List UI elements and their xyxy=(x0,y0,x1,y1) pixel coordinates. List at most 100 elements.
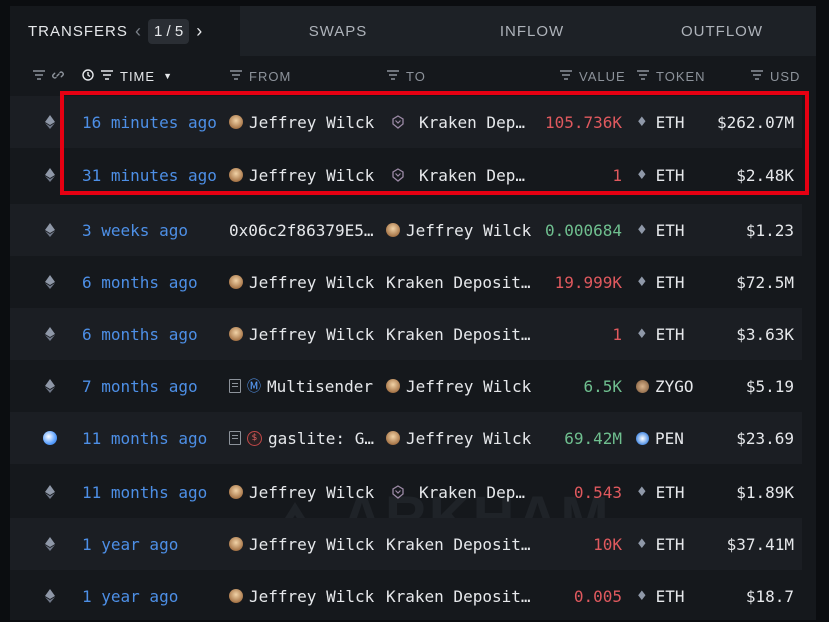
from-entity[interactable]: Ⓜ Multisender xyxy=(229,360,373,412)
table-row[interactable]: 3 weeks ago 0x06c2f86379E5… Jeffrey Wilck 0… xyxy=(10,204,802,256)
column-value[interactable]: VALUE xyxy=(559,56,626,96)
time-link[interactable]: 3 weeks ago xyxy=(82,204,188,256)
time-link[interactable]: 11 months ago xyxy=(82,412,207,464)
time-link[interactable]: 1 year ago xyxy=(82,518,178,570)
from-entity[interactable]: Jeffrey Wilck xyxy=(229,570,374,622)
tab-swaps[interactable]: SWAPS xyxy=(240,6,436,56)
eth-token-icon: ♦ xyxy=(636,326,648,342)
tab-transfers-label: TRANSFERS xyxy=(28,22,128,40)
to-label: Jeffrey Wilck xyxy=(406,220,532,240)
to-entity[interactable]: Jeffrey Wilck xyxy=(386,360,531,412)
token-symbol: ETH xyxy=(655,482,685,502)
filter-icon[interactable] xyxy=(100,69,114,83)
to-label: Jeffrey Wilck xyxy=(406,376,532,396)
to-entity[interactable]: Jeffrey Wilck xyxy=(386,204,531,256)
to-label: Kraken Deposit… xyxy=(386,324,531,344)
eth-token-icon: ♦ xyxy=(636,484,648,500)
filter-icon[interactable] xyxy=(636,69,650,83)
table-row[interactable]: 7 months ago Ⓜ Multisender Jeffrey Wilck 6.5… xyxy=(10,360,802,412)
ethereum-chain-icon xyxy=(40,204,60,256)
zygo-token-icon xyxy=(636,379,649,393)
to-entity[interactable]: Kraken Deposit… xyxy=(386,518,531,570)
token[interactable]: ♦ ETH xyxy=(636,204,685,256)
entity-avatar-icon xyxy=(386,379,400,393)
from-entity[interactable]: Jeffrey Wilck xyxy=(229,256,374,308)
usd-amount: $1.23 xyxy=(745,220,794,240)
token[interactable]: PEN xyxy=(636,412,684,464)
value-amount: 6.5K xyxy=(583,376,622,396)
token[interactable]: ♦ ETH xyxy=(636,466,685,518)
token[interactable]: ♦ ETH xyxy=(636,518,685,570)
table-row[interactable]: 6 months ago Jeffrey Wilck Kraken Deposit…… xyxy=(10,256,802,308)
token[interactable]: ♦ ETH xyxy=(636,308,685,360)
time-link[interactable]: 6 months ago xyxy=(82,256,198,308)
table-row[interactable]: 1 year ago Jeffrey Wilck Kraken Deposit… 10… xyxy=(10,518,802,570)
ethereum-chain-icon xyxy=(40,96,60,148)
tab-inflow[interactable]: INFLOW xyxy=(436,6,628,56)
to-entity[interactable]: Jeffrey Wilck xyxy=(386,412,531,464)
tab-bar: TRANSFERS ‹ 1 / 5 › SWAPS INFLOW OUTFLOW xyxy=(10,6,816,56)
to-entity[interactable]: Kraken Deposit… xyxy=(386,570,531,622)
token[interactable]: ♦ ETH xyxy=(636,256,685,308)
contract-icon xyxy=(229,379,241,393)
table-row[interactable]: 6 months ago Jeffrey Wilck Kraken Deposit…… xyxy=(10,308,802,360)
to-label: Kraken Deposit… xyxy=(386,586,531,606)
filter-icon[interactable] xyxy=(750,69,764,83)
token-symbol: PEN xyxy=(655,428,684,448)
link-icon[interactable] xyxy=(52,69,64,84)
column-to[interactable]: TO xyxy=(386,56,426,96)
token[interactable]: ZYGO xyxy=(636,360,694,412)
table-row[interactable]: 11 months ago $ gaslite: G… Jeffrey Wilck 69… xyxy=(10,412,802,464)
time-link[interactable]: 11 months ago xyxy=(82,466,207,518)
chevron-right-icon[interactable]: › xyxy=(191,21,207,42)
filter-icon[interactable] xyxy=(32,69,46,83)
page-indicator: 1 / 5 xyxy=(148,18,190,44)
time-link[interactable]: 6 months ago xyxy=(82,308,198,360)
column-usd[interactable]: USD xyxy=(750,56,800,96)
filter-icon[interactable] xyxy=(386,69,400,83)
pager: ‹ 1 / 5 › xyxy=(130,18,207,44)
to-entity[interactable]: Kraken Dep… xyxy=(386,466,525,518)
page-separator: / xyxy=(166,22,171,40)
token[interactable]: ♦ ETH xyxy=(636,570,685,622)
from-label: gaslite: G… xyxy=(268,428,374,448)
chain-filter[interactable] xyxy=(32,56,70,96)
column-token[interactable]: TOKEN xyxy=(636,56,706,96)
tab-transfers[interactable]: TRANSFERS ‹ 1 / 5 › xyxy=(10,6,240,56)
token-symbol: ETH xyxy=(655,220,685,240)
eth-token-icon: ♦ xyxy=(636,222,648,238)
from-label: Jeffrey Wilck xyxy=(249,534,375,554)
eth-token-icon: ♦ xyxy=(636,588,648,604)
filter-icon[interactable] xyxy=(559,69,573,83)
to-label: Jeffrey Wilck xyxy=(406,428,532,448)
value-amount: 0.543 xyxy=(573,482,622,502)
column-from[interactable]: FROM xyxy=(229,56,291,96)
token-symbol: ETH xyxy=(655,534,685,554)
column-value-label: VALUE xyxy=(579,68,626,84)
usd-amount: $23.69 xyxy=(736,428,794,448)
time-link[interactable]: 1 year ago xyxy=(82,570,178,622)
kraken-icon xyxy=(392,485,404,499)
to-entity[interactable]: Kraken Deposit… xyxy=(386,256,531,308)
usd-amount: $1.89K xyxy=(736,482,794,502)
filter-icon[interactable] xyxy=(229,69,243,83)
from-label: Jeffrey Wilck xyxy=(249,324,375,344)
to-entity[interactable]: Kraken Deposit… xyxy=(386,308,531,360)
ethereum-chain-icon xyxy=(40,360,60,412)
chevron-left-icon[interactable]: ‹ xyxy=(130,21,146,42)
from-entity[interactable]: 0x06c2f86379E5… xyxy=(229,204,374,256)
chain-icon xyxy=(40,412,60,464)
ethereum-chain-icon xyxy=(40,466,60,518)
clock-icon[interactable] xyxy=(82,68,94,84)
from-entity[interactable]: $ gaslite: G… xyxy=(229,412,374,464)
tab-outflow[interactable]: OUTFLOW xyxy=(628,6,816,56)
from-entity[interactable]: Jeffrey Wilck xyxy=(229,308,374,360)
time-link[interactable]: 7 months ago xyxy=(82,360,198,412)
entity-avatar-icon xyxy=(229,327,243,341)
table-row[interactable]: 11 months ago Jeffrey Wilck Kraken Dep… 0.5… xyxy=(10,466,802,518)
table-row[interactable]: 1 year ago Jeffrey Wilck Kraken Deposit… 0.… xyxy=(10,570,802,622)
sort-desc-icon[interactable]: ▼ xyxy=(163,71,173,81)
column-time[interactable]: TIME ▼ xyxy=(82,56,173,96)
from-entity[interactable]: Jeffrey Wilck xyxy=(229,466,374,518)
from-entity[interactable]: Jeffrey Wilck xyxy=(229,518,374,570)
